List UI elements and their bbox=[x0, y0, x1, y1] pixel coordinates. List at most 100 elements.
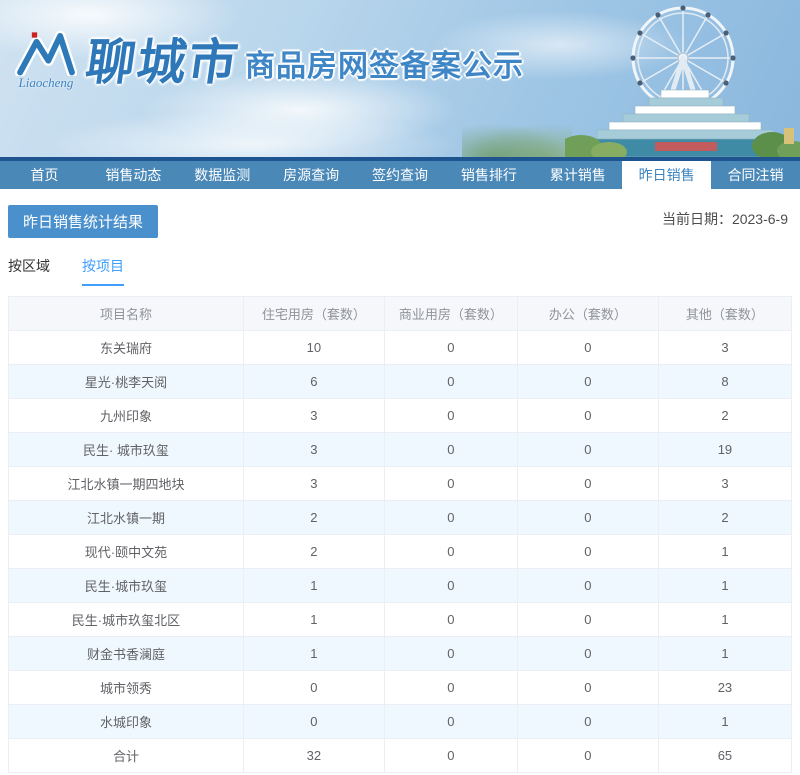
city-name-calligraphy: 聊城市 bbox=[82, 35, 244, 90]
commercial-count-cell: 0 bbox=[383, 398, 518, 433]
nav-item-sales-trends[interactable]: 销售动态 bbox=[89, 161, 178, 189]
table-row: 现代·颐中文苑 2 0 0 1 bbox=[8, 534, 793, 569]
col-header-project-name: 项目名称 bbox=[8, 296, 244, 331]
office-count-cell: 0 bbox=[516, 636, 659, 671]
project-name-cell: 九州印象 bbox=[8, 398, 244, 433]
office-count-cell: 0 bbox=[516, 398, 659, 433]
current-date: 当前日期：2023-6-9 bbox=[661, 211, 788, 227]
office-count-cell: 0 bbox=[516, 500, 659, 535]
residential-count-cell: 3 bbox=[242, 432, 385, 467]
residential-count-cell: 6 bbox=[242, 364, 385, 399]
other-count-cell: 3 bbox=[657, 466, 793, 501]
site-banner: Liaocheng 聊城市 商品房网签备案公示 bbox=[0, 0, 800, 157]
commercial-count-cell: 0 bbox=[383, 330, 518, 365]
residential-count-cell: 1 bbox=[242, 636, 385, 671]
other-count-cell: 1 bbox=[657, 568, 793, 603]
project-name-cell: 民生· 城市玖玺 bbox=[8, 432, 244, 467]
nav-item-yesterday-sales[interactable]: 昨日销售 bbox=[622, 161, 712, 189]
table-total-row: 合计 32 0 0 65 bbox=[8, 738, 793, 773]
office-count-cell: 0 bbox=[516, 364, 659, 399]
total-residential-cell: 32 bbox=[242, 738, 385, 773]
page-title: 昨日销售统计结果 bbox=[8, 205, 159, 238]
residential-count-cell: 0 bbox=[242, 670, 385, 705]
table-row: 民生·城市玖玺北区 1 0 0 1 bbox=[8, 602, 793, 637]
other-count-cell: 19 bbox=[657, 432, 793, 467]
project-name-cell: 江北水镇一期四地块 bbox=[8, 466, 244, 501]
table-row: 财金书香澜庭 1 0 0 1 bbox=[8, 636, 793, 671]
nav-item-cumulative-sales[interactable]: 累计销售 bbox=[533, 161, 622, 189]
office-count-cell: 0 bbox=[516, 602, 659, 637]
commercial-count-cell: 0 bbox=[383, 534, 518, 569]
cloud-decoration bbox=[40, 110, 460, 157]
view-tabs: 按区域 按项目 bbox=[8, 256, 792, 286]
table-row: 城市领秀 0 0 0 23 bbox=[8, 670, 793, 705]
table-row: 星光·桃李天阅 6 0 0 8 bbox=[8, 364, 793, 399]
office-count-cell: 0 bbox=[516, 670, 659, 705]
other-count-cell: 1 bbox=[657, 602, 793, 637]
table-row: 民生· 城市玖玺 3 0 0 19 bbox=[8, 432, 793, 467]
residential-count-cell: 3 bbox=[242, 466, 385, 501]
total-office-cell: 0 bbox=[516, 738, 659, 773]
project-name-cell: 城市领秀 bbox=[8, 670, 244, 705]
residential-count-cell: 2 bbox=[242, 500, 385, 535]
table-body: 东关瑞府 10 0 0 3 星光·桃李天阅 6 0 0 8 九州印象 3 0 0… bbox=[8, 330, 793, 739]
col-header-residential: 住宅用房（套数） bbox=[242, 296, 385, 331]
site-brand: Liaocheng 聊城市 商品房网签备案公示 bbox=[14, 30, 524, 91]
other-count-cell: 1 bbox=[657, 704, 793, 739]
project-name-cell: 民生·城市玖玺北区 bbox=[8, 602, 244, 637]
total-label-cell: 合计 bbox=[8, 738, 244, 773]
total-other-cell: 65 bbox=[657, 738, 793, 773]
office-count-cell: 0 bbox=[516, 534, 659, 569]
table-row: 九州印象 3 0 0 2 bbox=[8, 398, 793, 433]
commercial-count-cell: 0 bbox=[383, 364, 518, 399]
commercial-count-cell: 0 bbox=[383, 466, 518, 501]
project-name-cell: 江北水镇一期 bbox=[8, 500, 244, 535]
nav-item-listing-query[interactable]: 房源查询 bbox=[267, 161, 356, 189]
office-count-cell: 0 bbox=[516, 432, 659, 467]
other-count-cell: 3 bbox=[657, 330, 793, 365]
office-count-cell: 0 bbox=[516, 466, 659, 501]
site-subtitle: 商品房网签备案公示 bbox=[245, 50, 525, 83]
total-commercial-cell: 0 bbox=[383, 738, 518, 773]
residential-count-cell: 10 bbox=[242, 330, 385, 365]
other-count-cell: 2 bbox=[657, 398, 793, 433]
nav-item-home[interactable]: 首页 bbox=[0, 161, 89, 189]
logo-m-icon bbox=[14, 30, 78, 78]
nav-item-contract-cancel[interactable]: 合同注销 bbox=[711, 161, 800, 189]
project-name-cell: 现代·颐中文苑 bbox=[8, 534, 244, 569]
commercial-count-cell: 0 bbox=[383, 568, 518, 603]
project-name-cell: 东关瑞府 bbox=[8, 330, 244, 365]
col-header-commercial: 商业用房（套数） bbox=[383, 296, 518, 331]
col-header-other: 其他（套数） bbox=[657, 296, 793, 331]
table-row: 江北水镇一期四地块 3 0 0 3 bbox=[8, 466, 793, 501]
residential-count-cell: 0 bbox=[242, 704, 385, 739]
project-name-cell: 星光·桃李天阅 bbox=[8, 364, 244, 399]
other-count-cell: 1 bbox=[657, 636, 793, 671]
logo-script-text: Liaocheng bbox=[18, 75, 74, 90]
tab-by-region[interactable]: 按区域 bbox=[8, 256, 50, 286]
main-navigation: 首页 销售动态 数据监测 房源查询 签约查询 销售排行 累计销售 昨日销售 合同… bbox=[0, 161, 800, 189]
trees-decoration bbox=[462, 123, 572, 157]
residential-count-cell: 1 bbox=[242, 568, 385, 603]
table-row: 江北水镇一期 2 0 0 2 bbox=[8, 500, 793, 535]
nav-item-sales-ranking[interactable]: 销售排行 bbox=[444, 161, 533, 189]
project-name-cell: 民生·城市玖玺 bbox=[8, 568, 244, 603]
office-count-cell: 0 bbox=[516, 568, 659, 603]
commercial-count-cell: 0 bbox=[383, 602, 518, 637]
tab-by-project[interactable]: 按项目 bbox=[82, 256, 124, 286]
table-row: 水城印象 0 0 0 1 bbox=[8, 704, 793, 739]
office-count-cell: 0 bbox=[516, 330, 659, 365]
table-row: 东关瑞府 10 0 0 3 bbox=[8, 330, 793, 365]
nav-item-signing-query[interactable]: 签约查询 bbox=[356, 161, 445, 189]
residential-count-cell: 2 bbox=[242, 534, 385, 569]
nav-item-data-monitor[interactable]: 数据监测 bbox=[178, 161, 267, 189]
col-header-office: 办公（套数） bbox=[516, 296, 659, 331]
commercial-count-cell: 0 bbox=[383, 636, 518, 671]
project-name-cell: 水城印象 bbox=[8, 704, 244, 739]
other-count-cell: 2 bbox=[657, 500, 793, 535]
office-count-cell: 0 bbox=[516, 704, 659, 739]
other-count-cell: 23 bbox=[657, 670, 793, 705]
other-count-cell: 8 bbox=[657, 364, 793, 399]
site-logo: Liaocheng bbox=[14, 30, 78, 91]
logo-red-dot bbox=[31, 32, 38, 38]
